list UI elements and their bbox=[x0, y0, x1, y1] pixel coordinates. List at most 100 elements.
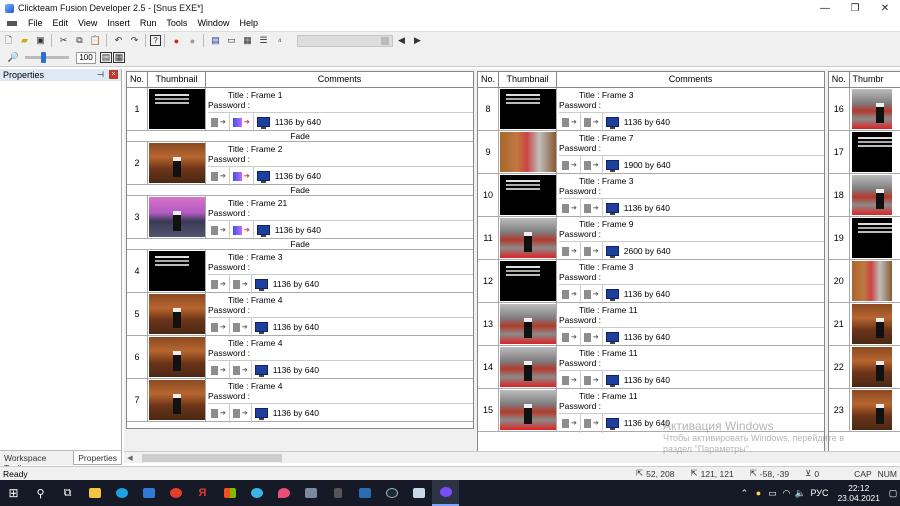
help-icon[interactable]: ? bbox=[150, 35, 161, 46]
fade-out-transition[interactable]: ➔ bbox=[230, 403, 252, 423]
volume-icon[interactable]: 🔈 bbox=[793, 488, 807, 499]
minimize-button[interactable]: — bbox=[810, 0, 840, 16]
photos-icon[interactable] bbox=[351, 480, 378, 506]
frame-thumbnail[interactable] bbox=[851, 175, 892, 215]
frame-row[interactable]: 2 Title : Frame 2 Password : ➔ ➔ 1136 by 640 bbox=[127, 142, 473, 186]
frame-row[interactable]: 16 bbox=[829, 88, 900, 131]
grid-icon[interactable]: ▤ bbox=[100, 52, 112, 63]
start-icon[interactable]: ⊞ bbox=[0, 480, 27, 506]
stop-icon[interactable]: ● bbox=[169, 34, 184, 48]
back-icon[interactable]: ● bbox=[185, 34, 200, 48]
fade-in-transition[interactable]: ➔ bbox=[208, 220, 230, 240]
network-icon[interactable]: ▭ bbox=[765, 488, 779, 499]
frame-size[interactable]: 1136 by 640 bbox=[603, 199, 673, 218]
yandex-icon[interactable]: Я bbox=[189, 480, 216, 506]
frame-title[interactable]: Frame 3 bbox=[602, 176, 634, 186]
fade-in-transition[interactable]: ➔ bbox=[208, 112, 230, 132]
frame-row[interactable]: 3 Title : Frame 21 Password : ➔ ➔ 1136 by 640 bbox=[127, 196, 473, 240]
transition-label[interactable]: Fade bbox=[127, 131, 473, 142]
frame-title[interactable]: Frame 3 bbox=[602, 262, 634, 272]
frame-size[interactable]: 1136 by 640 bbox=[603, 285, 673, 304]
fade-in-transition[interactable]: ➔ bbox=[208, 317, 230, 337]
transition-label[interactable]: Fade bbox=[127, 185, 473, 196]
frame-row[interactable]: 18 bbox=[829, 174, 900, 217]
app-icon-blue[interactable] bbox=[243, 480, 270, 506]
pin-icon[interactable]: ⊣ bbox=[97, 70, 104, 79]
fade-out-transition[interactable]: ➔ bbox=[230, 220, 254, 240]
frame-row[interactable]: 10 Title : Frame 3 Password : ➔ ➔ 1136 by 640 bbox=[478, 174, 824, 218]
frame-thumbnail[interactable] bbox=[148, 337, 205, 377]
camera-icon[interactable] bbox=[297, 480, 324, 506]
frame-title[interactable]: Frame 2 bbox=[251, 144, 283, 154]
frame-scroll-control[interactable] bbox=[297, 34, 393, 47]
frame-row[interactable]: 13 Title : Frame 11 Password : ➔ ➔ 1136 by 64… bbox=[478, 303, 824, 347]
frame-thumbnail[interactable] bbox=[851, 218, 892, 258]
frame-row[interactable]: 17 bbox=[829, 131, 900, 174]
zoom-slider[interactable] bbox=[25, 52, 69, 63]
transition-label[interactable]: Fade bbox=[127, 239, 473, 250]
frame-thumbnail[interactable] bbox=[499, 89, 556, 129]
menu-window[interactable]: Window bbox=[192, 18, 234, 28]
frame-thumbnail[interactable] bbox=[499, 390, 556, 430]
frame-size[interactable]: 1136 by 640 bbox=[252, 404, 322, 423]
tab-workspace-toolbar[interactable]: Workspace Toolbar bbox=[0, 451, 73, 473]
event-list-icon[interactable]: ☰ bbox=[256, 34, 271, 48]
app-icon-drop[interactable] bbox=[270, 480, 297, 506]
storyboard-icon[interactable]: ▤ bbox=[208, 34, 223, 48]
frame-row[interactable]: 7 Title : Frame 4 Password : ➔ ➔ 1136 by 640 bbox=[127, 379, 473, 423]
fade-out-transition[interactable]: ➔ bbox=[230, 166, 254, 186]
frame-editor-icon[interactable]: ▭ bbox=[224, 34, 239, 48]
frame-row[interactable]: 19 bbox=[829, 217, 900, 260]
fade-out-transition[interactable]: ➔ bbox=[581, 284, 603, 304]
fade-in-transition[interactable]: ➔ bbox=[208, 274, 230, 294]
data-elements-icon[interactable]: ⁴ bbox=[272, 34, 287, 48]
frame-row[interactable]: 4 Title : Frame 3 Password : ➔ ➔ 1136 by 640 bbox=[127, 250, 473, 294]
frame-size[interactable]: 1136 by 640 bbox=[252, 318, 322, 337]
wifi-icon[interactable]: ◠ bbox=[779, 488, 793, 499]
language-indicator[interactable]: РУС bbox=[807, 488, 831, 498]
task-view-icon[interactable]: ⧉ bbox=[54, 480, 81, 506]
frame-title[interactable]: Frame 11 bbox=[602, 391, 638, 401]
zoom-input[interactable]: 100 bbox=[76, 51, 96, 64]
fade-in-transition[interactable]: ➔ bbox=[559, 327, 581, 347]
scroll-thumb[interactable] bbox=[142, 453, 282, 462]
menu-insert[interactable]: Insert bbox=[102, 18, 135, 28]
frame-thumbnail[interactable] bbox=[148, 294, 205, 334]
frame-size[interactable]: 1136 by 640 bbox=[252, 275, 322, 294]
clickteam-fusion-taskbar-icon[interactable] bbox=[432, 480, 459, 506]
fade-out-transition[interactable]: ➔ bbox=[581, 370, 603, 390]
frame-row[interactable]: 20 bbox=[829, 260, 900, 303]
snap-icon[interactable]: ▦ bbox=[113, 52, 125, 63]
frame-title[interactable]: Frame 4 bbox=[251, 381, 283, 391]
frame-title[interactable]: Frame 21 bbox=[251, 198, 287, 208]
close-button[interactable]: ✕ bbox=[870, 0, 900, 16]
frame-thumbnail[interactable] bbox=[499, 132, 556, 172]
fade-out-transition[interactable]: ➔ bbox=[230, 112, 254, 132]
tab-properties[interactable]: Properties bbox=[73, 451, 122, 465]
frame-size[interactable]: 1136 by 640 bbox=[252, 361, 322, 380]
menu-run[interactable]: Run bbox=[135, 18, 162, 28]
fade-in-transition[interactable]: ➔ bbox=[208, 403, 230, 423]
frame-thumbnail[interactable] bbox=[148, 143, 205, 183]
open-folder-icon[interactable]: ▰ bbox=[17, 34, 32, 48]
tray-app-icon[interactable]: ● bbox=[751, 488, 765, 498]
undo-icon[interactable]: ↶ bbox=[111, 34, 126, 48]
menu-edit[interactable]: Edit bbox=[48, 18, 74, 28]
yandex-browser-icon[interactable] bbox=[162, 480, 189, 506]
fade-out-transition[interactable]: ➔ bbox=[230, 360, 252, 380]
fade-out-transition[interactable]: ➔ bbox=[230, 317, 252, 337]
frame-thumbnail[interactable] bbox=[851, 89, 892, 129]
menu-view[interactable]: View bbox=[73, 18, 102, 28]
app-icon-light[interactable] bbox=[405, 480, 432, 506]
frame-thumbnail[interactable] bbox=[499, 261, 556, 301]
frame-title[interactable]: Frame 4 bbox=[251, 295, 283, 305]
frame-size[interactable]: 2600 by 640 bbox=[603, 242, 674, 261]
fade-in-transition[interactable]: ➔ bbox=[559, 155, 581, 175]
frame-row[interactable]: 6 Title : Frame 4 Password : ➔ ➔ 1136 by 640 bbox=[127, 336, 473, 380]
redo-icon[interactable]: ↷ bbox=[127, 34, 142, 48]
frame-row[interactable]: 1 Title : Frame 1 Password : ➔ ➔ 1136 by 640 bbox=[127, 88, 473, 132]
frame-size[interactable]: 1136 by 640 bbox=[603, 113, 673, 132]
frame-thumbnail[interactable] bbox=[499, 304, 556, 344]
frame-thumbnail[interactable] bbox=[499, 347, 556, 387]
fade-out-transition[interactable]: ➔ bbox=[581, 241, 603, 261]
